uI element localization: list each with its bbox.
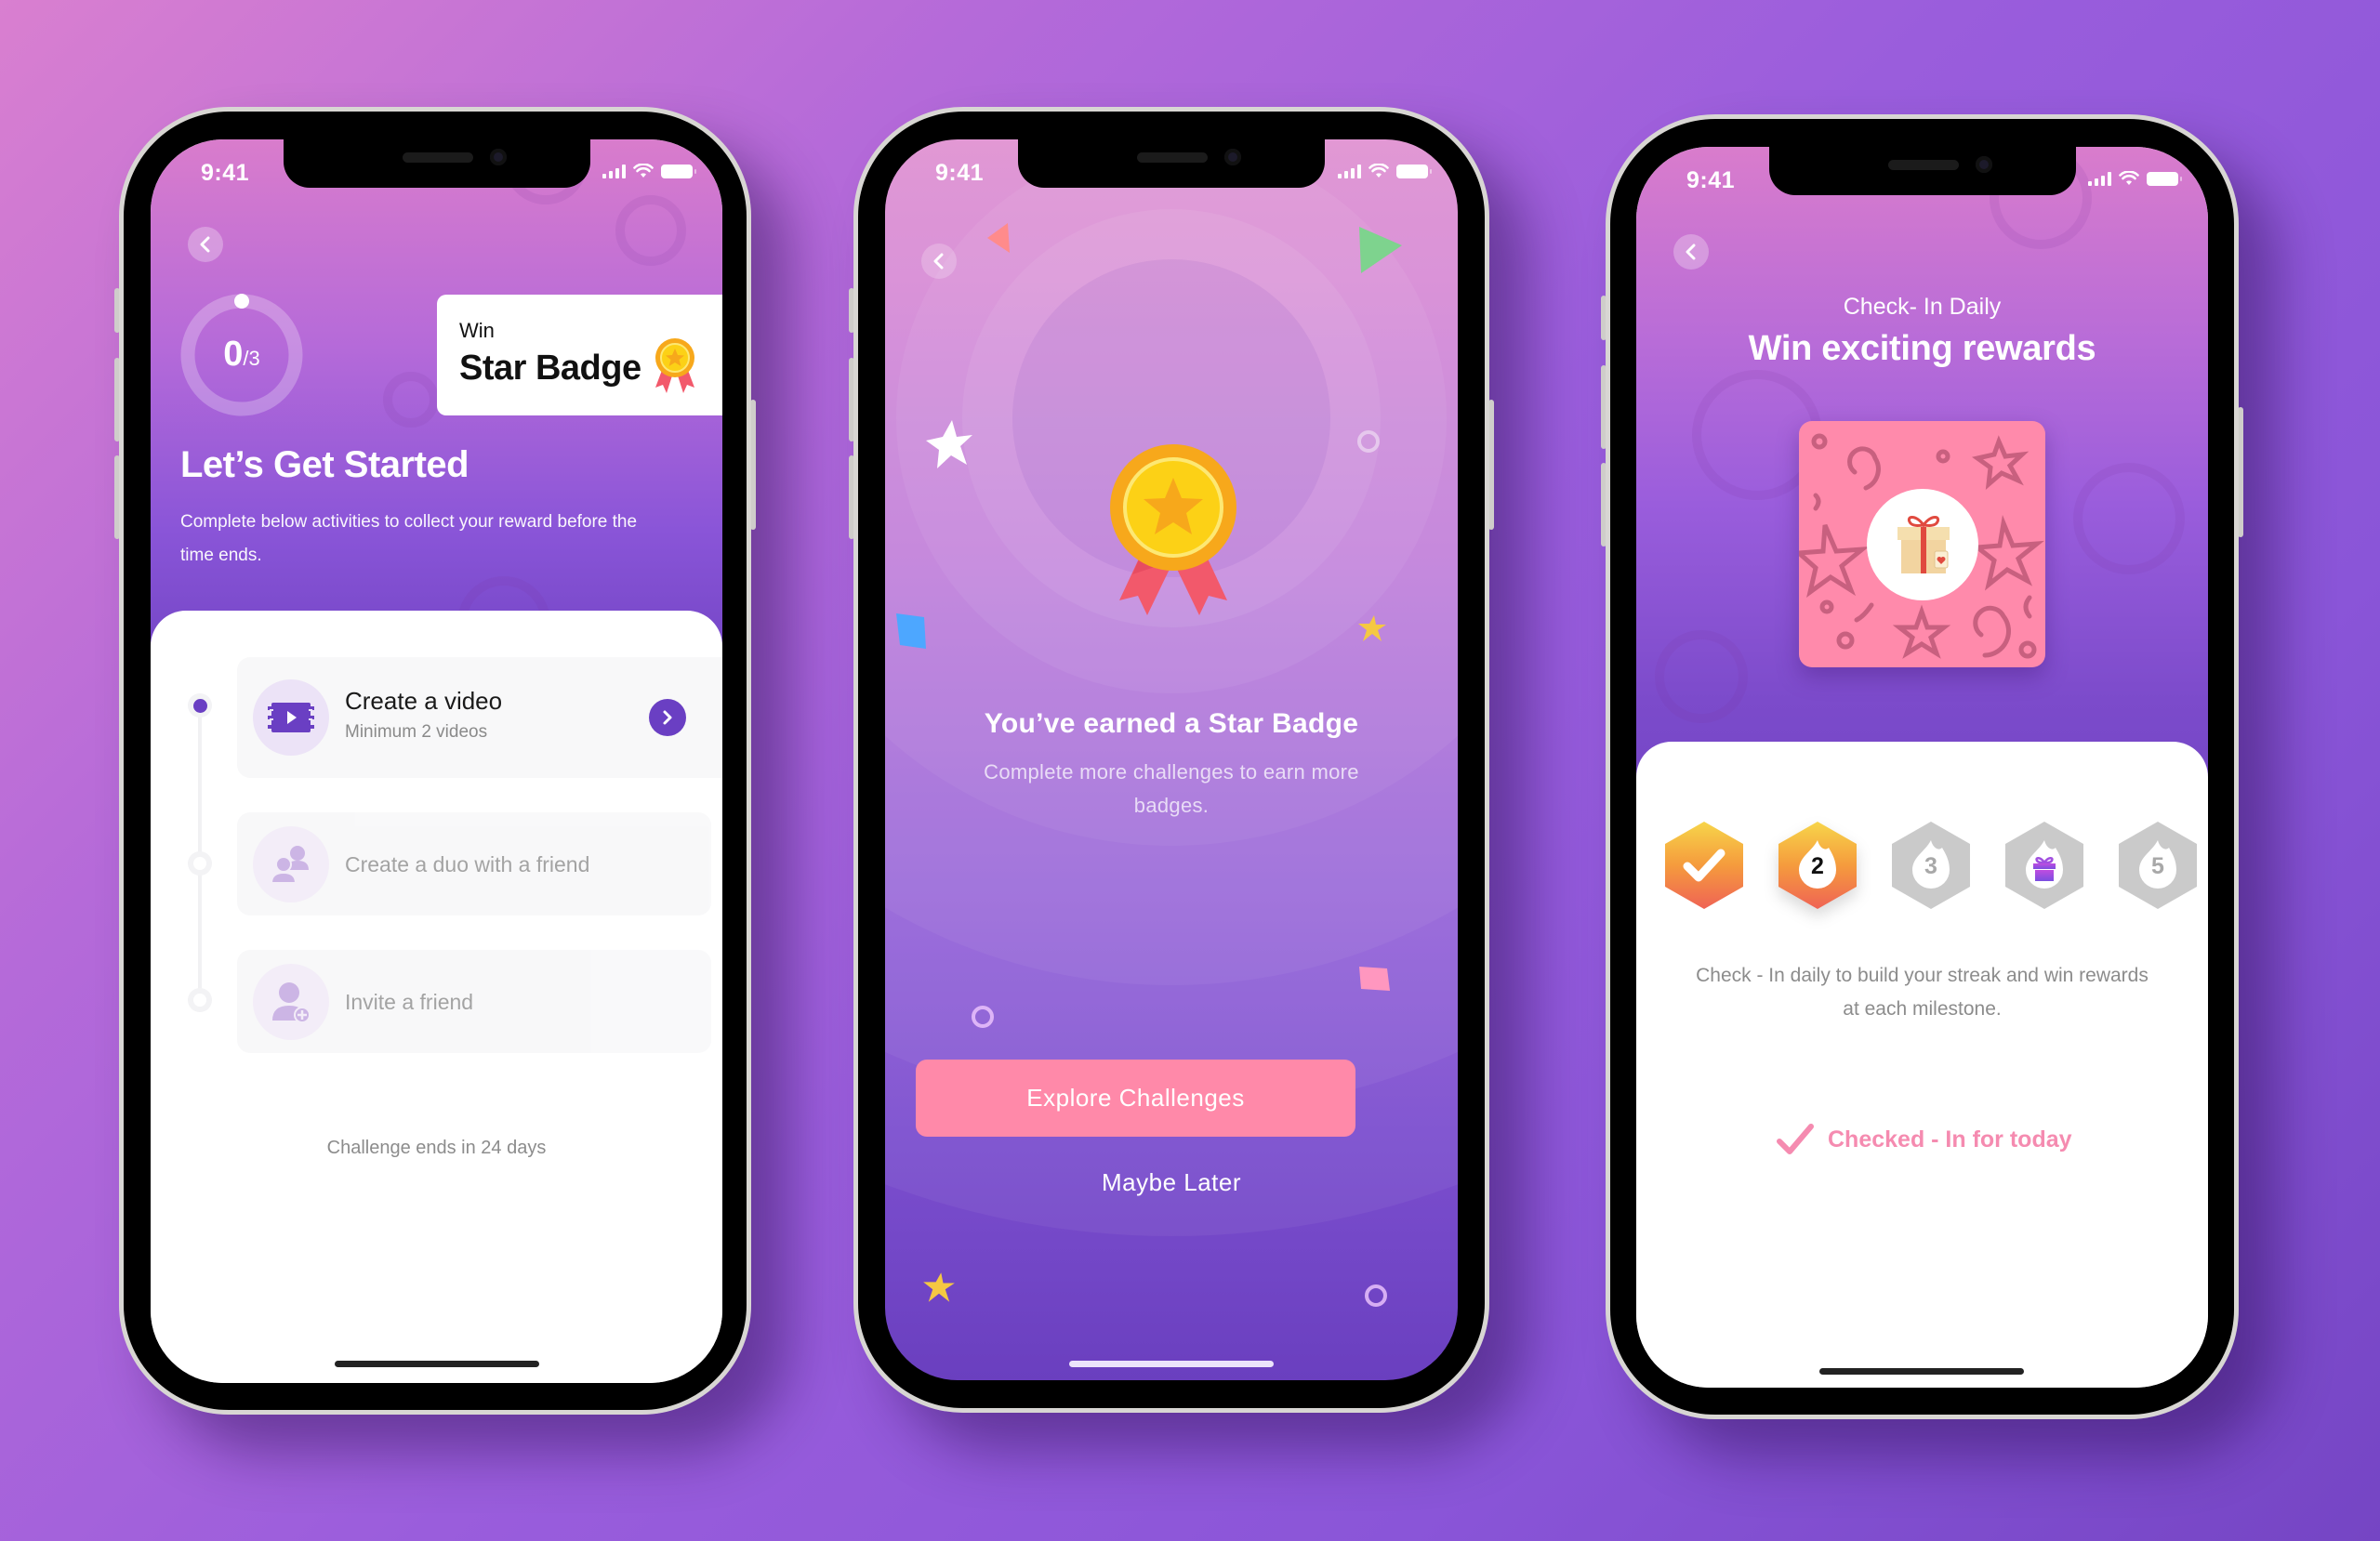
badge-earned-title: You’ve earned a Star Badge — [984, 708, 1359, 739]
reward-prefix: Win — [459, 319, 495, 342]
streak-day-2: 2 — [1777, 820, 1858, 911]
task-row-create-duo[interactable]: Create a duo with a friend — [237, 812, 711, 915]
confetti-ring — [972, 1006, 994, 1028]
task-icon-circle — [253, 826, 329, 902]
back-button[interactable] — [921, 244, 957, 279]
streak-description-line1: Check - In daily to build your streak an… — [1696, 965, 2149, 986]
back-button[interactable] — [188, 227, 223, 262]
progress-count: 0/3 — [178, 335, 305, 375]
confetti-star-icon — [923, 1272, 955, 1302]
confetti-ring — [1357, 430, 1380, 453]
wifi-icon — [1368, 164, 1389, 178]
video-icon — [268, 703, 314, 732]
gift-box-icon — [1897, 516, 1950, 573]
decor-ring — [615, 195, 686, 266]
badge-earned-screen: 9:41 You’ve earned a Star Badge Complete… — [885, 139, 1458, 1380]
timeline-dot — [188, 851, 212, 876]
task-icon-circle — [253, 679, 329, 756]
duo-users-icon — [270, 846, 309, 884]
progress-total: /3 — [243, 347, 260, 370]
home-indicator — [1819, 1368, 2024, 1375]
signal-icon — [602, 164, 626, 178]
battery-icon — [2147, 171, 2182, 186]
medal-icon — [655, 338, 694, 393]
star-medal-icon — [1110, 444, 1236, 615]
task-title: Create a duo with a friend — [345, 852, 590, 876]
streak-card: 2 3 5 Check - In daily to build your strea… — [1636, 742, 2208, 1388]
decor-ring — [1655, 630, 1748, 723]
task-row-create-video[interactable]: Create a video Minimum 2 videos — [237, 657, 722, 778]
confetti-star-icon — [1358, 615, 1386, 641]
task-list-card: Create a video Minimum 2 videos Create a… — [151, 611, 722, 1383]
timeline-dot-active — [188, 693, 212, 718]
progress-indicator-dot — [234, 294, 249, 309]
streak-description-line2: at each milestone. — [1843, 998, 2002, 1020]
home-indicator — [1069, 1361, 1274, 1367]
confetti-square-icon — [1359, 967, 1390, 991]
page-description-line1: Complete below activities to collect you… — [180, 512, 638, 532]
chevron-left-icon — [933, 253, 944, 270]
confetti-triangle-icon — [987, 223, 1010, 253]
confetti-ring — [1365, 1284, 1387, 1307]
page-description-line2: time ends. — [180, 546, 262, 565]
streak-day-5: 5 — [2117, 820, 2199, 911]
status-bar: 9:41 — [885, 139, 1458, 195]
reward-gift-card — [1799, 421, 2045, 667]
maybe-later-button[interactable]: Maybe Later — [1032, 1168, 1311, 1197]
check-in-eyebrow: Check- In Daily — [1843, 294, 2002, 320]
check-in-title: Win exciting rewards — [1748, 329, 2096, 368]
battery-icon — [1396, 164, 1432, 178]
reward-card: Win Star Badge — [437, 295, 722, 415]
status-bar: 9:41 — [1636, 147, 2208, 203]
timeline-dot — [188, 988, 212, 1012]
battery-icon — [661, 164, 696, 178]
task-go-button[interactable] — [649, 699, 686, 736]
task-title: Create a video — [345, 687, 503, 715]
status-time: 9:41 — [935, 160, 985, 186]
confetti-triangle-icon — [1359, 227, 1402, 273]
signal-icon — [1338, 164, 1361, 178]
confetti-square-icon — [896, 613, 926, 649]
streak-day-label: 5 — [2151, 853, 2164, 879]
add-user-icon — [272, 982, 311, 1023]
streak-day-4 — [2003, 820, 2085, 911]
signal-icon — [2088, 171, 2111, 186]
task-row-invite-friend[interactable]: Invite a friend — [237, 950, 711, 1053]
streak-day-1 — [1663, 820, 1745, 911]
streak-day-3: 3 — [1890, 820, 1972, 911]
decor-ring — [2073, 463, 2185, 574]
checked-in-label: Checked - In for today — [1828, 1126, 2072, 1152]
check-in-screen: 9:41 Check- In Daily Win exciting reward… — [1636, 147, 2208, 1388]
badge-earned-subtitle-line1: Complete more challenges to earn more — [984, 760, 1359, 784]
decor-ring — [383, 372, 439, 428]
reward-title: Star Badge — [459, 349, 641, 388]
wifi-icon — [2119, 171, 2139, 185]
challenge-countdown: Challenge ends in 24 days — [326, 1138, 547, 1158]
checked-in-status: Checked - In for today — [1776, 1123, 2072, 1156]
streak-day-label: 3 — [1924, 853, 1937, 879]
task-subtitle: Minimum 2 videos — [345, 722, 488, 742]
back-button[interactable] — [1673, 234, 1709, 270]
progress-completed: 0 — [223, 335, 244, 374]
challenge-screen: 9:41 0/3 Win Star Badge Let’s Get Starte… — [151, 139, 722, 1383]
status-time: 9:41 — [1686, 167, 1736, 193]
wifi-icon — [633, 164, 654, 178]
task-icon-circle — [253, 964, 329, 1040]
streak-day-label: 2 — [1811, 853, 1824, 879]
home-indicator — [335, 1361, 539, 1367]
explore-challenges-button[interactable]: Explore Challenges — [916, 1060, 1355, 1137]
badge-earned-subtitle-line2: badges. — [1133, 794, 1210, 817]
chevron-left-icon — [1686, 244, 1696, 260]
chevron-right-icon — [663, 710, 672, 725]
confetti-star-icon — [926, 420, 972, 468]
status-bar: 9:41 — [151, 139, 722, 195]
page-title: Let’s Get Started — [180, 444, 469, 485]
chevron-left-icon — [200, 236, 210, 253]
task-title: Invite a friend — [345, 990, 474, 1014]
check-icon — [1777, 1124, 1814, 1154]
status-time: 9:41 — [201, 160, 250, 186]
